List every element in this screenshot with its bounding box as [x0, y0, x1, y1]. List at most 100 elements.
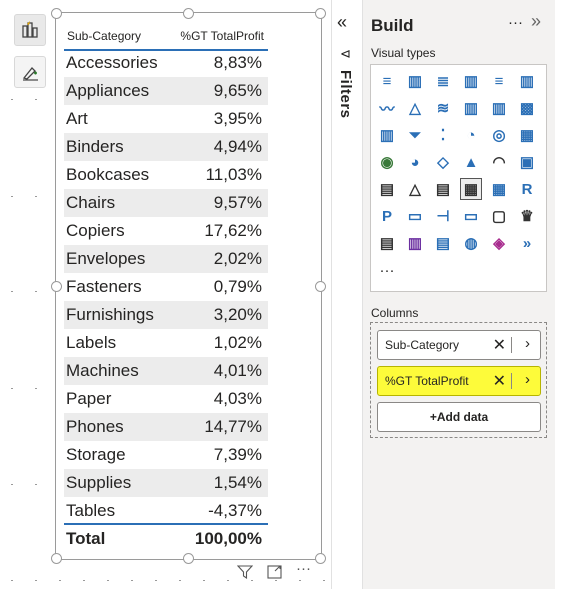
divider — [511, 337, 512, 353]
matrix-icon[interactable]: ▦ — [489, 179, 509, 199]
gt-totalprofit-cell: 1,02% — [213, 333, 262, 352]
remove-field-icon[interactable]: ✕ — [493, 371, 506, 391]
ribbon-icon[interactable]: ▩ — [517, 98, 537, 118]
key-influencers-icon[interactable]: ▭ — [405, 206, 425, 226]
subcategory-cell: Storage — [66, 445, 126, 464]
resize-handle[interactable] — [51, 8, 62, 19]
clustered-bar-icon[interactable]: ≣ — [433, 71, 453, 91]
table-row: Art 3,95% — [64, 105, 268, 133]
column-header-subcategory[interactable]: Sub-Category — [67, 29, 141, 43]
clustered-column-icon[interactable]: ▥ — [461, 71, 481, 91]
more-options-icon[interactable]: ··· — [296, 560, 311, 577]
format-visual-button[interactable] — [14, 56, 46, 88]
format-brush-icon — [22, 67, 38, 81]
card-icon[interactable]: ▣ — [517, 152, 537, 172]
field-well-gt-totalprofit[interactable]: %GT TotalProfit ✕ › — [377, 366, 541, 396]
table-row: Fasteners 0,79% — [64, 273, 268, 301]
stacked-area-icon[interactable]: ≋ — [433, 98, 453, 118]
filters-label[interactable]: Filters — [337, 70, 354, 119]
build-more-icon[interactable]: ··· — [508, 14, 523, 31]
resize-handle[interactable] — [51, 553, 62, 564]
paginated-report-icon[interactable]: ▤ — [377, 233, 397, 253]
gt-totalprofit-cell: 9,57% — [213, 193, 262, 212]
total-label: Total — [66, 529, 106, 548]
azure-map-icon[interactable]: ▲ — [461, 152, 481, 172]
table-row: Tables -4,37% — [64, 497, 268, 525]
funnel-icon[interactable]: ⏷ — [405, 125, 425, 145]
shape-map-icon[interactable]: ◇ — [433, 152, 453, 172]
divider — [511, 373, 512, 389]
diamond-icon[interactable]: ◈ — [489, 233, 509, 253]
scatter-icon[interactable]: ⁚ — [433, 125, 453, 145]
map-icon[interactable]: ◉ — [377, 152, 397, 172]
resize-handle[interactable] — [51, 281, 62, 292]
kpi-icon[interactable]: △ — [405, 179, 425, 199]
column-header-gt-totalprofit[interactable]: %GT TotalProfit — [180, 29, 264, 43]
line-column-icon[interactable]: ▥ — [461, 98, 481, 118]
total-value: 100,00% — [194, 529, 262, 548]
resize-handle[interactable] — [315, 281, 326, 292]
filter-icon[interactable] — [237, 565, 253, 579]
stacked-bar-icon[interactable]: ≡ — [377, 71, 397, 91]
table-row: Machines 4,01% — [64, 357, 268, 385]
gt-totalprofit-cell: 4,01% — [213, 361, 262, 380]
arcgis-icon[interactable]: ◍ — [461, 233, 481, 253]
table-row: Paper 4,03% — [64, 385, 268, 413]
resize-handle[interactable] — [183, 553, 194, 564]
focus-mode-icon[interactable] — [267, 565, 283, 579]
resize-handle[interactable] — [315, 553, 326, 564]
report-pages-button[interactable] — [14, 14, 46, 46]
treemap-icon[interactable]: ▦ — [517, 125, 537, 145]
table-row: Chairs 9,57% — [64, 189, 268, 217]
subcategory-cell: Accessories — [66, 53, 158, 72]
chevron-right-icon[interactable]: › — [525, 335, 530, 352]
line-cluster-icon[interactable]: ▥ — [489, 98, 509, 118]
pie-icon[interactable]: ◔ — [461, 125, 481, 145]
donut-icon[interactable]: ◎ — [489, 125, 509, 145]
visual-types-label: Visual types — [371, 46, 436, 60]
remove-field-icon[interactable]: ✕ — [493, 335, 506, 355]
qa-icon[interactable]: ▭ — [461, 206, 481, 226]
100-bar-icon[interactable]: ≡ — [489, 71, 509, 91]
add-data-button[interactable]: +Add data — [377, 402, 541, 432]
subcategory-cell: Copiers — [66, 221, 125, 240]
power-apps-icon[interactable]: ▥ — [405, 233, 425, 253]
stacked-column-icon[interactable]: ▥ — [405, 71, 425, 91]
collapse-filters-icon[interactable]: « — [337, 12, 347, 33]
subcategory-cell: Paper — [66, 389, 112, 408]
resize-handle[interactable] — [315, 8, 326, 19]
filled-map-icon[interactable]: ◕ — [405, 152, 425, 172]
power-automate-icon[interactable]: ▤ — [433, 233, 453, 253]
slicer-icon[interactable]: ▤ — [433, 179, 453, 199]
chevron-visual-icon[interactable]: » — [517, 233, 537, 253]
multirow-card-icon[interactable]: ▤ — [377, 179, 397, 199]
100-column-icon[interactable]: ▥ — [517, 71, 537, 91]
table-row: Storage 7,39% — [64, 441, 268, 469]
subcategory-cell: Bookcases — [66, 165, 150, 184]
table-header: Sub-Category %GT TotalProfit — [64, 23, 268, 51]
more-visuals-icon[interactable]: ··· — [377, 260, 397, 280]
visual-types-gallery: ≡ ▥ ≣ ▥ ≡ ▥ 〰 △ ≋ ▥ ▥ ▩ ▥ ⏷ ⁚ ◔ ◎ ▦ ◉ ◕ ◇ ▲ ◠ ▣ ▤ △ ▤ ▦ ▦ R P ▭ ⊣ ▭ ▢ ♛ ▤ ▥ ▤ ◍… — [370, 64, 547, 292]
gt-totalprofit-cell: 2,02% — [213, 249, 262, 268]
r-visual-icon[interactable]: R — [517, 179, 537, 199]
chevron-right-icon[interactable]: › — [525, 371, 530, 388]
gauge-icon[interactable]: ◠ — [489, 152, 509, 172]
canvas-grid — [0, 99, 55, 100]
table-row: Binders 4,94% — [64, 133, 268, 161]
field-well-subcategory[interactable]: Sub-Category ✕ › — [377, 330, 541, 360]
goals-icon[interactable]: ♛ — [517, 206, 537, 226]
table-row: Furnishings 3,20% — [64, 301, 268, 329]
resize-handle[interactable] — [183, 8, 194, 19]
subcategory-cell: Fasteners — [66, 277, 142, 296]
decomposition-tree-icon[interactable]: ⊣ — [433, 206, 453, 226]
table-visual[interactable]: Sub-Category %GT TotalProfit Accessories… — [55, 12, 332, 560]
table-icon[interactable]: ▦ — [460, 178, 482, 200]
expand-pane-icon[interactable]: » — [531, 11, 541, 32]
smart-narrative-icon[interactable]: ▢ — [489, 206, 509, 226]
area-chart-icon[interactable]: △ — [405, 98, 425, 118]
gt-totalprofit-cell: -4,37% — [208, 501, 262, 520]
python-visual-icon[interactable]: P — [377, 206, 397, 226]
line-chart-icon[interactable]: 〰 — [377, 98, 397, 118]
gt-totalprofit-cell: 4,94% — [213, 137, 262, 156]
waterfall-icon[interactable]: ▥ — [377, 125, 397, 145]
